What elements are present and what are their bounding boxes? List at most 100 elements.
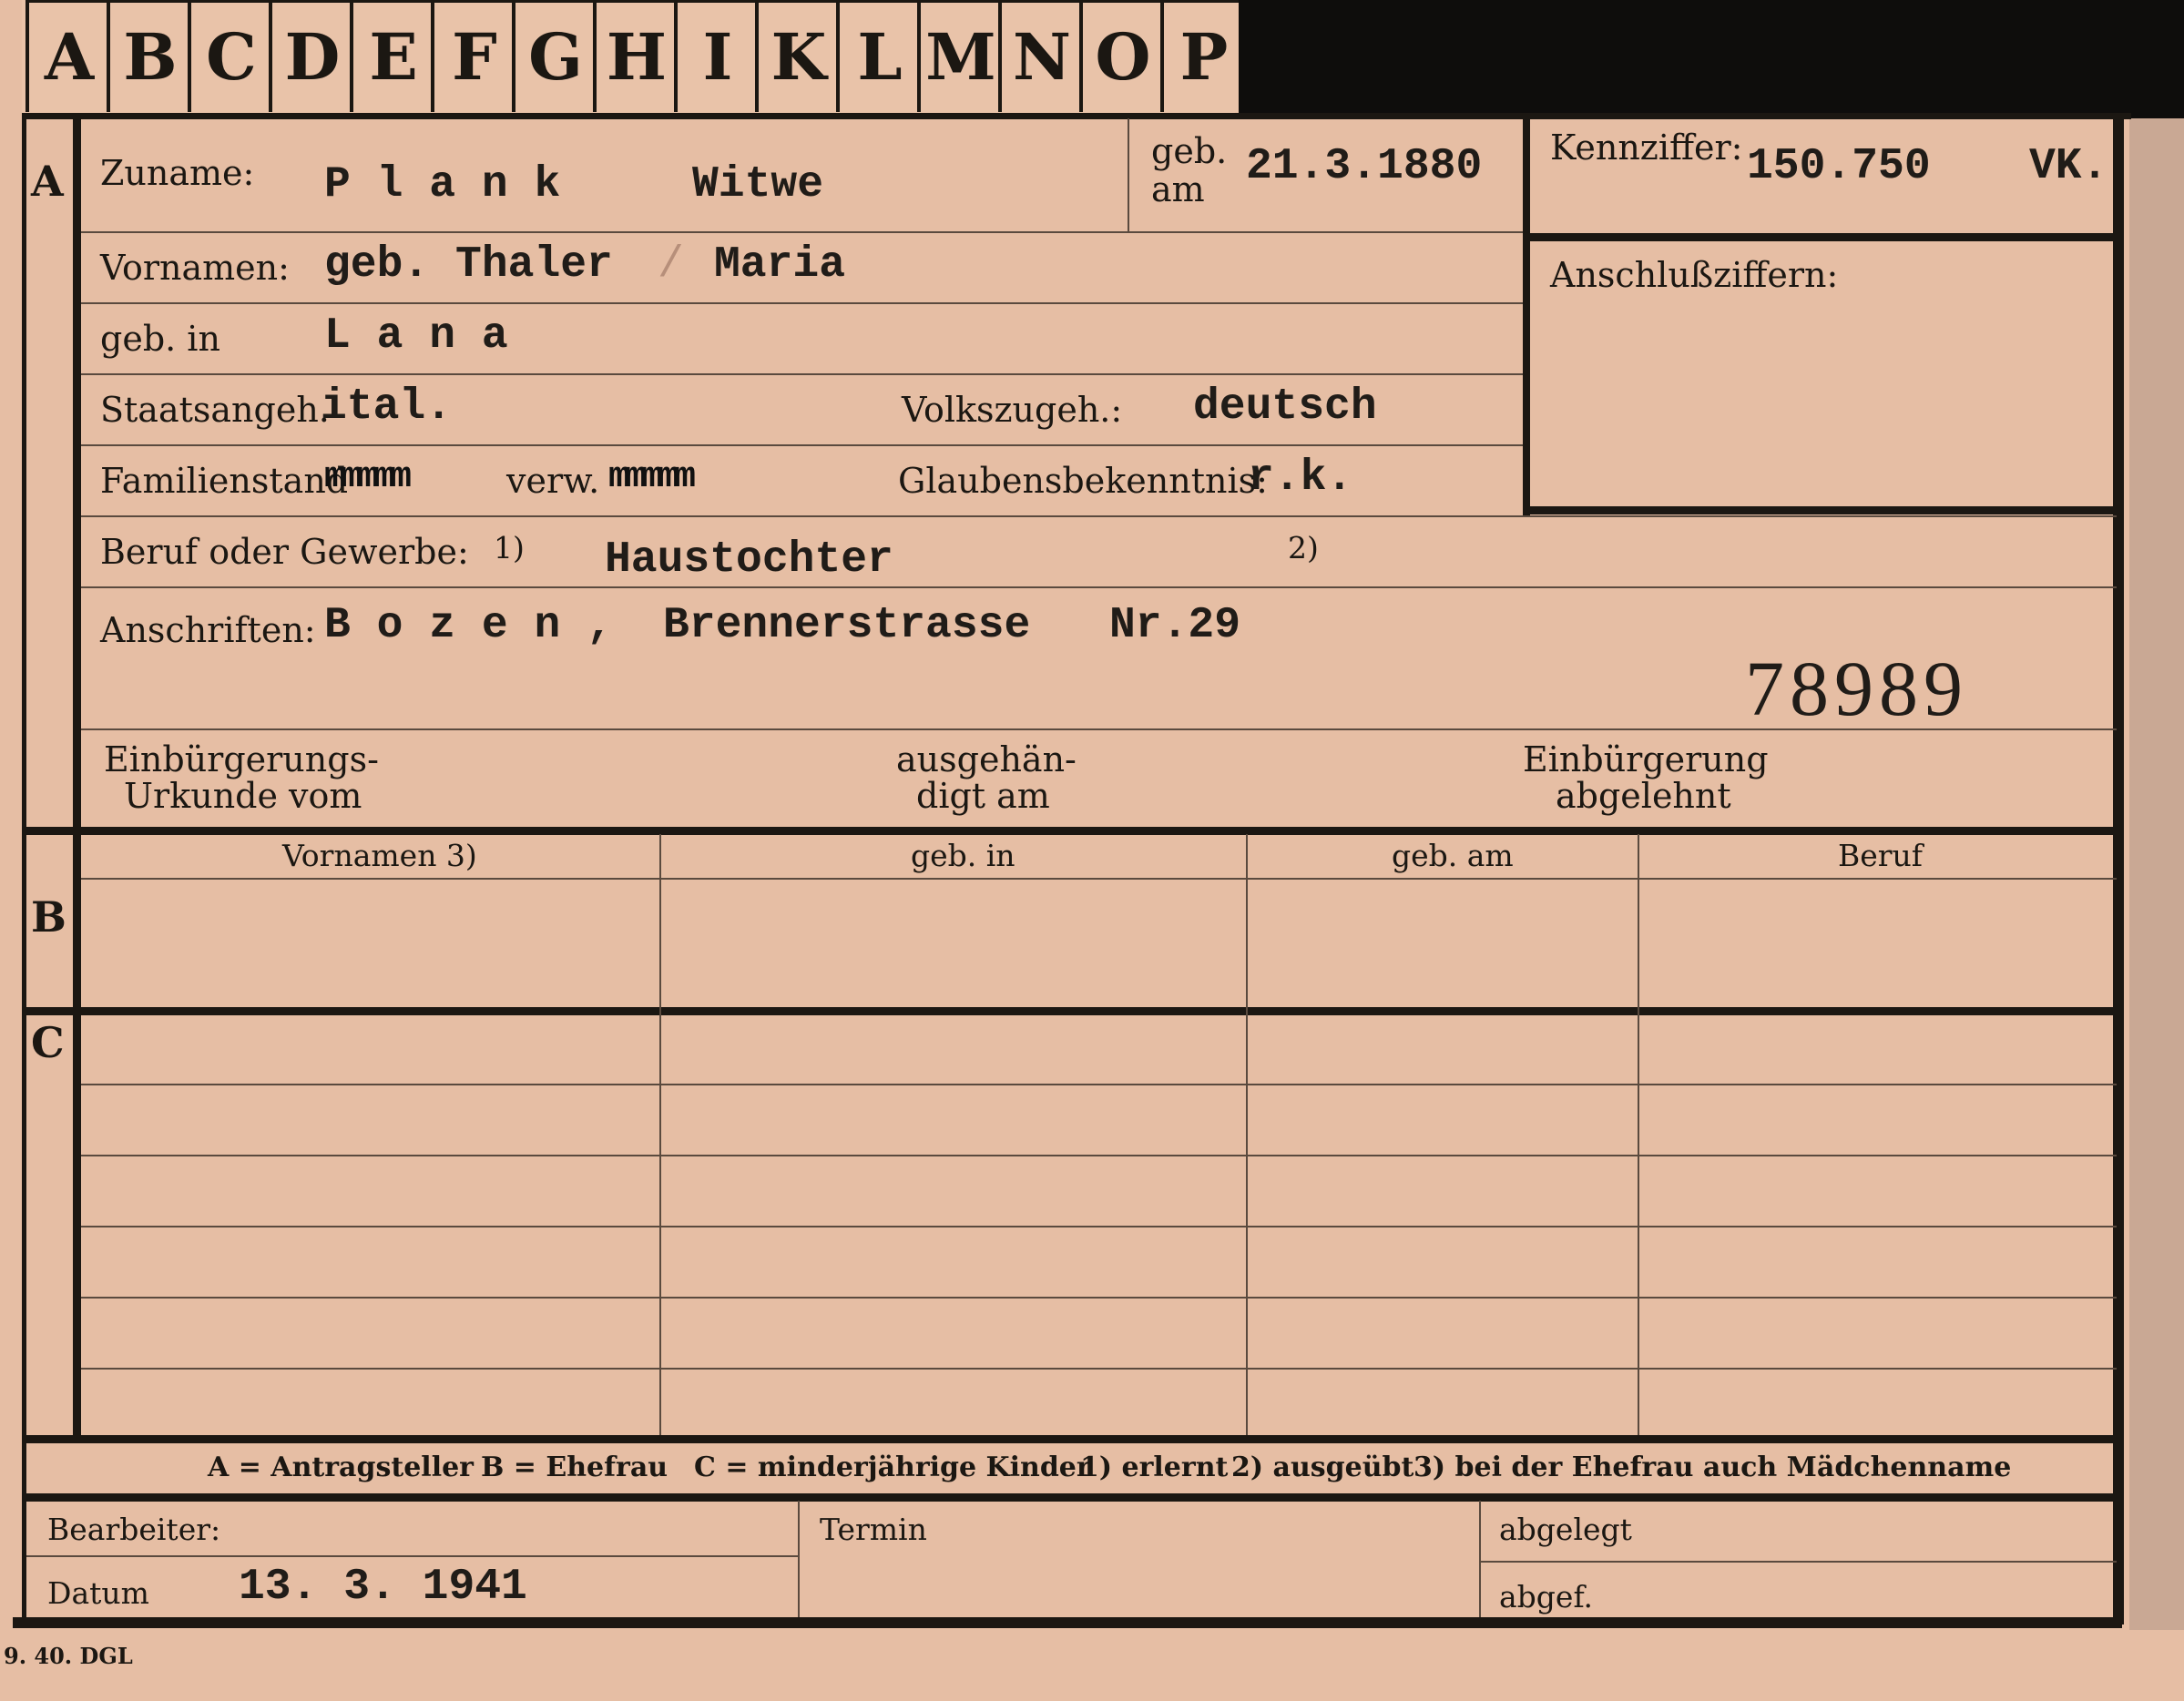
table-row-line	[81, 1226, 2117, 1227]
einb-urkunde-1: Einbürgerungs-	[104, 739, 379, 779]
footer-mid-line-left	[26, 1555, 799, 1557]
tab-letter: I	[702, 19, 733, 95]
tab-letter: L	[857, 19, 903, 95]
datum-label: Datum	[47, 1575, 149, 1611]
anschriften-value-3: Nr.29	[1109, 601, 1241, 650]
geb-am-value: 21.3.1880	[1246, 142, 1483, 191]
table-col-line	[1638, 834, 1639, 1435]
zuname-value: P l a n k	[324, 160, 561, 209]
tab-letter: A	[44, 19, 95, 95]
tab-e: E	[350, 0, 434, 112]
tab-m: M	[917, 0, 1001, 112]
legend-b: B = Ehefrau	[481, 1451, 668, 1483]
index-card: A B C D E F G H I K L M N O P A B C Kenn…	[0, 0, 2184, 1701]
anschriften-value-2: Brennerstrasse	[663, 601, 1031, 650]
tab-letter: F	[452, 19, 497, 95]
table-col-line	[659, 834, 661, 1435]
kennziffer-box-bottom	[1523, 506, 2115, 514]
vornamen-value-1: geb. Thaler	[324, 240, 613, 290]
footer-mid-line-right	[1481, 1561, 2117, 1563]
zuname-label: Zuname:	[100, 153, 255, 193]
legend-note-3: 3) bei der Ehefrau auch Mädchenname	[1413, 1451, 2012, 1483]
anschriften-value-1: B o z e n ,	[324, 601, 613, 650]
row-line	[81, 231, 1523, 233]
card-top-right-shadow	[1239, 0, 2184, 118]
tab-letter: B	[123, 19, 178, 95]
tab-k: K	[755, 0, 839, 112]
kennziffer-box-mid	[1523, 233, 2115, 241]
familienstand-label: Familienstand	[100, 461, 349, 501]
footer-col-line	[1479, 1501, 1481, 1619]
tab-l: L	[836, 0, 920, 112]
legend-a: A = Antragsteller	[208, 1451, 474, 1483]
volkszugeh-label: Volkszugeh.:	[902, 390, 1123, 430]
familienstand-mid: verw.	[506, 461, 600, 501]
tab-letter: G	[528, 19, 583, 95]
section-c-label: C	[31, 1018, 65, 1067]
tab-n: N	[998, 0, 1082, 112]
section-c-top-line	[22, 1007, 2117, 1015]
table-header-line	[81, 878, 2117, 880]
footer-bottom-line	[13, 1617, 2122, 1628]
kennziffer-box-left	[1523, 118, 1530, 515]
einb-urkunde-2: Urkunde vom	[124, 776, 362, 816]
tab-letter: C	[206, 19, 257, 95]
glaubens-label: Glaubensbekenntnis:	[898, 461, 1268, 501]
row-line	[81, 586, 2117, 588]
tab-o: O	[1079, 0, 1163, 112]
ausgehaendigt-2: digt am	[916, 776, 1050, 816]
vornamen-label: Vornamen:	[100, 248, 290, 288]
familienstand-struck-2: mmmmm	[608, 457, 696, 498]
table-row-line	[81, 1084, 2117, 1085]
tab-letter: O	[1095, 19, 1151, 95]
tab-h: H	[593, 0, 677, 112]
tab-a: A	[26, 0, 109, 112]
vornamen-value-2: Maria	[714, 240, 846, 290]
table-row-line	[81, 1368, 2117, 1370]
geb-in-label: geb. in	[100, 319, 220, 359]
legend-note-1: 1) erlernt	[1080, 1451, 1229, 1483]
row-line	[81, 302, 1523, 304]
row-line	[81, 515, 2117, 517]
tab-letter: P	[1179, 19, 1229, 95]
geb-am-label-1: geb.	[1151, 131, 1228, 171]
anschriften-label: Anschriften:	[100, 610, 316, 650]
tab-g: G	[512, 0, 596, 112]
datum-value: 13. 3. 1941	[239, 1563, 527, 1612]
row-line	[81, 373, 1523, 375]
staatsangeh-label: Staatsangeh.	[100, 390, 330, 430]
anschlussziffern-label: Anschlußziffern:	[1550, 255, 1839, 295]
table-row-line	[81, 1155, 2117, 1156]
beruf-value: Haustochter	[605, 535, 893, 585]
kennziffer-label: Kennziffer:	[1550, 127, 1743, 168]
volkszugeh-value: deutsch	[1193, 382, 1377, 432]
stamp-number: 78989	[1745, 645, 1968, 732]
geb-in-value: L a n a	[324, 311, 508, 361]
termin-label: Termin	[820, 1512, 927, 1547]
tab-letter: E	[369, 19, 418, 95]
ausgehaendigt-1: ausgehän-	[896, 739, 1077, 779]
tab-b: B	[107, 0, 190, 112]
card-right-shadow	[2129, 118, 2184, 1630]
einb-abgelehnt-1: Einbürgerung	[1523, 739, 1769, 779]
table-header-vornamen: Vornamen 3)	[282, 838, 477, 873]
row-line	[81, 444, 1523, 446]
kennziffer-value: 150.750	[1747, 142, 1931, 191]
familienstand-struck-1: mmmmm	[324, 457, 412, 498]
tab-d: D	[269, 0, 352, 112]
zuname-extra: Witwe	[692, 160, 824, 209]
einb-abgelehnt-2: abgelehnt	[1556, 776, 1731, 816]
table-header-geb-am: geb. am	[1392, 838, 1514, 873]
geb-am-label-2: am	[1151, 169, 1205, 209]
glaubens-value: r.k.	[1248, 453, 1353, 503]
tab-letter: H	[606, 19, 668, 95]
footer-top-line	[22, 1493, 2117, 1502]
tab-c: C	[188, 0, 271, 112]
abgelegt-label: abgelegt	[1499, 1512, 1632, 1547]
legend-top-line	[22, 1435, 2117, 1443]
staatsangeh-value: ital.	[321, 382, 453, 432]
frame-right-line	[2113, 113, 2124, 1625]
kennziffer-suffix: VK.	[2029, 142, 2108, 191]
tab-letter: K	[771, 19, 827, 95]
frame-left-line	[22, 113, 26, 1625]
